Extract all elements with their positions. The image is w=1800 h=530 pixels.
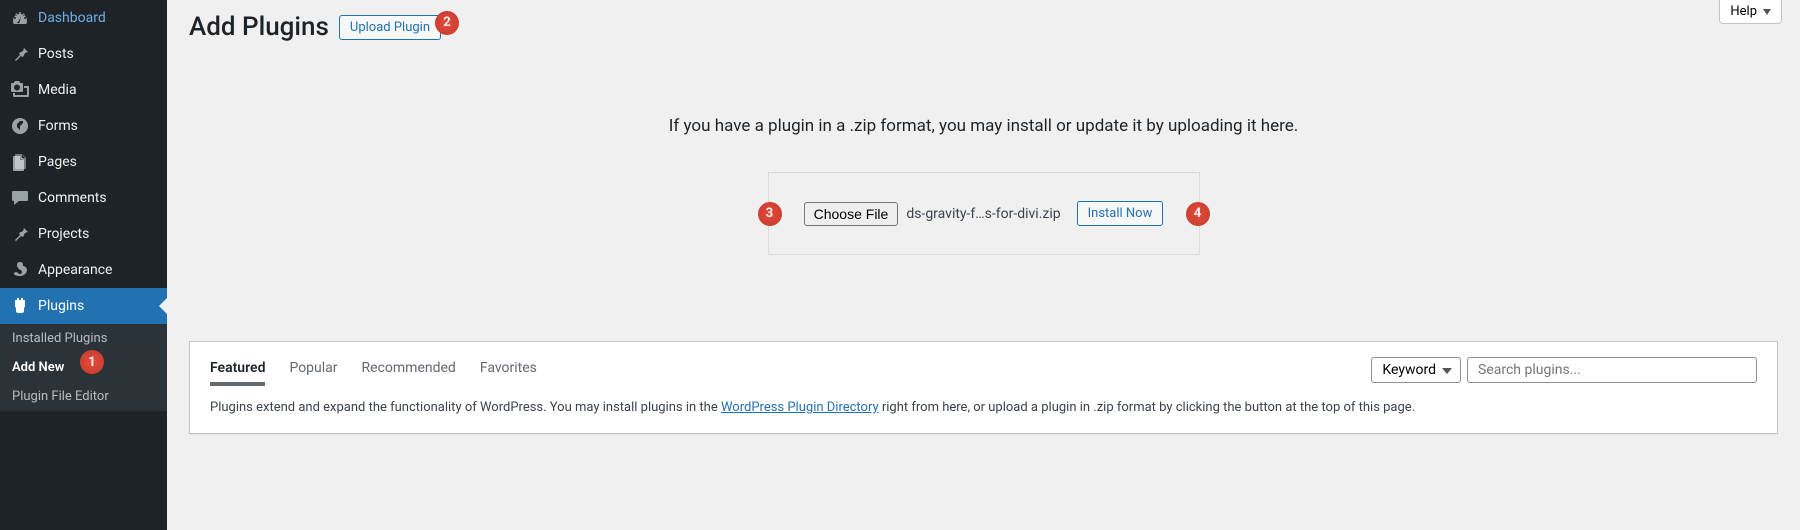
sidebar-item-label: Projects	[38, 226, 89, 242]
sidebar-item-label: Posts	[38, 46, 74, 62]
badge-4: 4	[1186, 202, 1210, 226]
page-header: Add Plugins Upload Plugin 2	[167, 0, 1800, 50]
comments-icon	[10, 188, 30, 208]
choose-file-button[interactable]: Choose File	[804, 202, 899, 226]
badge-2: 2	[435, 11, 459, 35]
sidebar-item-dashboard[interactable]: Dashboard	[0, 0, 167, 36]
sidebar-item-label: Pages	[38, 154, 77, 170]
main-content: Help Add Plugins Upload Plugin 2 If you …	[167, 0, 1800, 530]
install-now-button[interactable]: Install Now	[1077, 201, 1164, 226]
pin-icon	[10, 44, 30, 64]
upload-plugin-button[interactable]: Upload Plugin	[339, 15, 441, 40]
selected-file-name: ds-gravity-f…s-for-divi.zip	[906, 206, 1060, 222]
plugin-directory-link[interactable]: WordPress Plugin Directory	[721, 400, 879, 415]
chevron-down-icon	[1442, 362, 1452, 378]
sidebar-item-label: Appearance	[38, 262, 112, 278]
plugins-description: Plugins extend and expand the functional…	[210, 400, 1757, 415]
help-tab[interactable]: Help	[1719, 0, 1782, 24]
sidebar-item-forms[interactable]: Forms	[0, 108, 167, 144]
tab-featured[interactable]: Featured	[210, 354, 265, 386]
submenu-plugin-file-editor[interactable]: Plugin File Editor	[0, 382, 167, 411]
chevron-down-icon	[1763, 9, 1771, 15]
plugins-filter-panel: Featured Popular Recommended Favorites K…	[189, 341, 1778, 434]
sidebar-item-label: Dashboard	[38, 10, 106, 26]
sidebar-item-label: Media	[38, 82, 77, 98]
filter-links: Featured Popular Recommended Favorites	[210, 354, 537, 386]
sidebar-item-appearance[interactable]: Appearance	[0, 252, 167, 288]
submenu-installed-plugins[interactable]: Installed Plugins	[0, 324, 167, 353]
sidebar-item-comments[interactable]: Comments	[0, 180, 167, 216]
search-plugins-input[interactable]	[1467, 357, 1757, 383]
forms-icon	[10, 116, 30, 136]
sidebar-item-pages[interactable]: Pages	[0, 144, 167, 180]
badge-1: 1	[80, 350, 104, 374]
tab-recommended[interactable]: Recommended	[362, 354, 456, 386]
sidebar-item-plugins[interactable]: Plugins	[0, 288, 167, 324]
search-type-select[interactable]: Keyword	[1371, 357, 1461, 383]
page-title: Add Plugins	[189, 12, 329, 42]
sidebar-item-label: Forms	[38, 118, 78, 134]
tab-favorites[interactable]: Favorites	[480, 354, 537, 386]
upload-dropzone: 3 Choose File ds-gravity-f…s-for-divi.zi…	[768, 172, 1200, 255]
sidebar-item-media[interactable]: Media	[0, 72, 167, 108]
admin-sidebar: Dashboard Posts Media Forms Pages Commen…	[0, 0, 167, 530]
page-icon	[10, 152, 30, 172]
sidebar-item-label: Plugins	[38, 298, 84, 314]
pin-icon	[10, 224, 30, 244]
plugins-submenu: Installed Plugins Add New 1 Plugin File …	[0, 324, 167, 411]
badge-3: 3	[758, 202, 782, 226]
sidebar-item-label: Comments	[38, 190, 107, 206]
upload-instructions: If you have a plugin in a .zip format, y…	[167, 116, 1800, 136]
plug-icon	[10, 296, 30, 316]
sidebar-item-projects[interactable]: Projects	[0, 216, 167, 252]
dashboard-icon	[10, 8, 30, 28]
brush-icon	[10, 260, 30, 280]
sidebar-item-posts[interactable]: Posts	[0, 36, 167, 72]
media-icon	[10, 80, 30, 100]
submenu-add-new[interactable]: Add New 1	[0, 353, 167, 382]
tab-popular[interactable]: Popular	[289, 354, 337, 386]
